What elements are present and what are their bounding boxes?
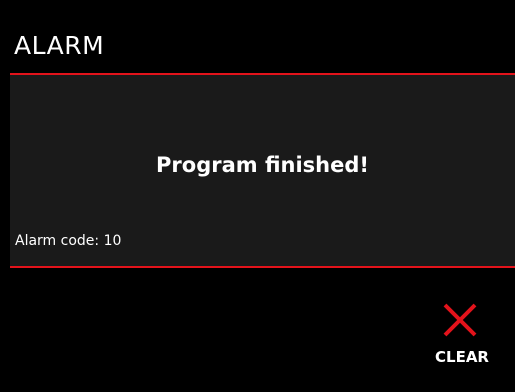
close-icon: [443, 303, 477, 337]
alarm-code: Alarm code: 10: [15, 233, 122, 249]
header-bar: ALARM: [10, 10, 515, 73]
alarm-message: Program finished!: [156, 153, 369, 177]
panel-divider: [10, 266, 515, 268]
alarm-screen: ALARM Program finished! Alarm code: 10 C…: [10, 10, 515, 392]
clear-label: CLEAR: [435, 348, 489, 366]
clear-button[interactable]: CLEAR: [422, 298, 502, 382]
page-title: ALARM: [14, 31, 105, 60]
alarm-panel: Program finished! Alarm code: 10: [10, 75, 515, 266]
